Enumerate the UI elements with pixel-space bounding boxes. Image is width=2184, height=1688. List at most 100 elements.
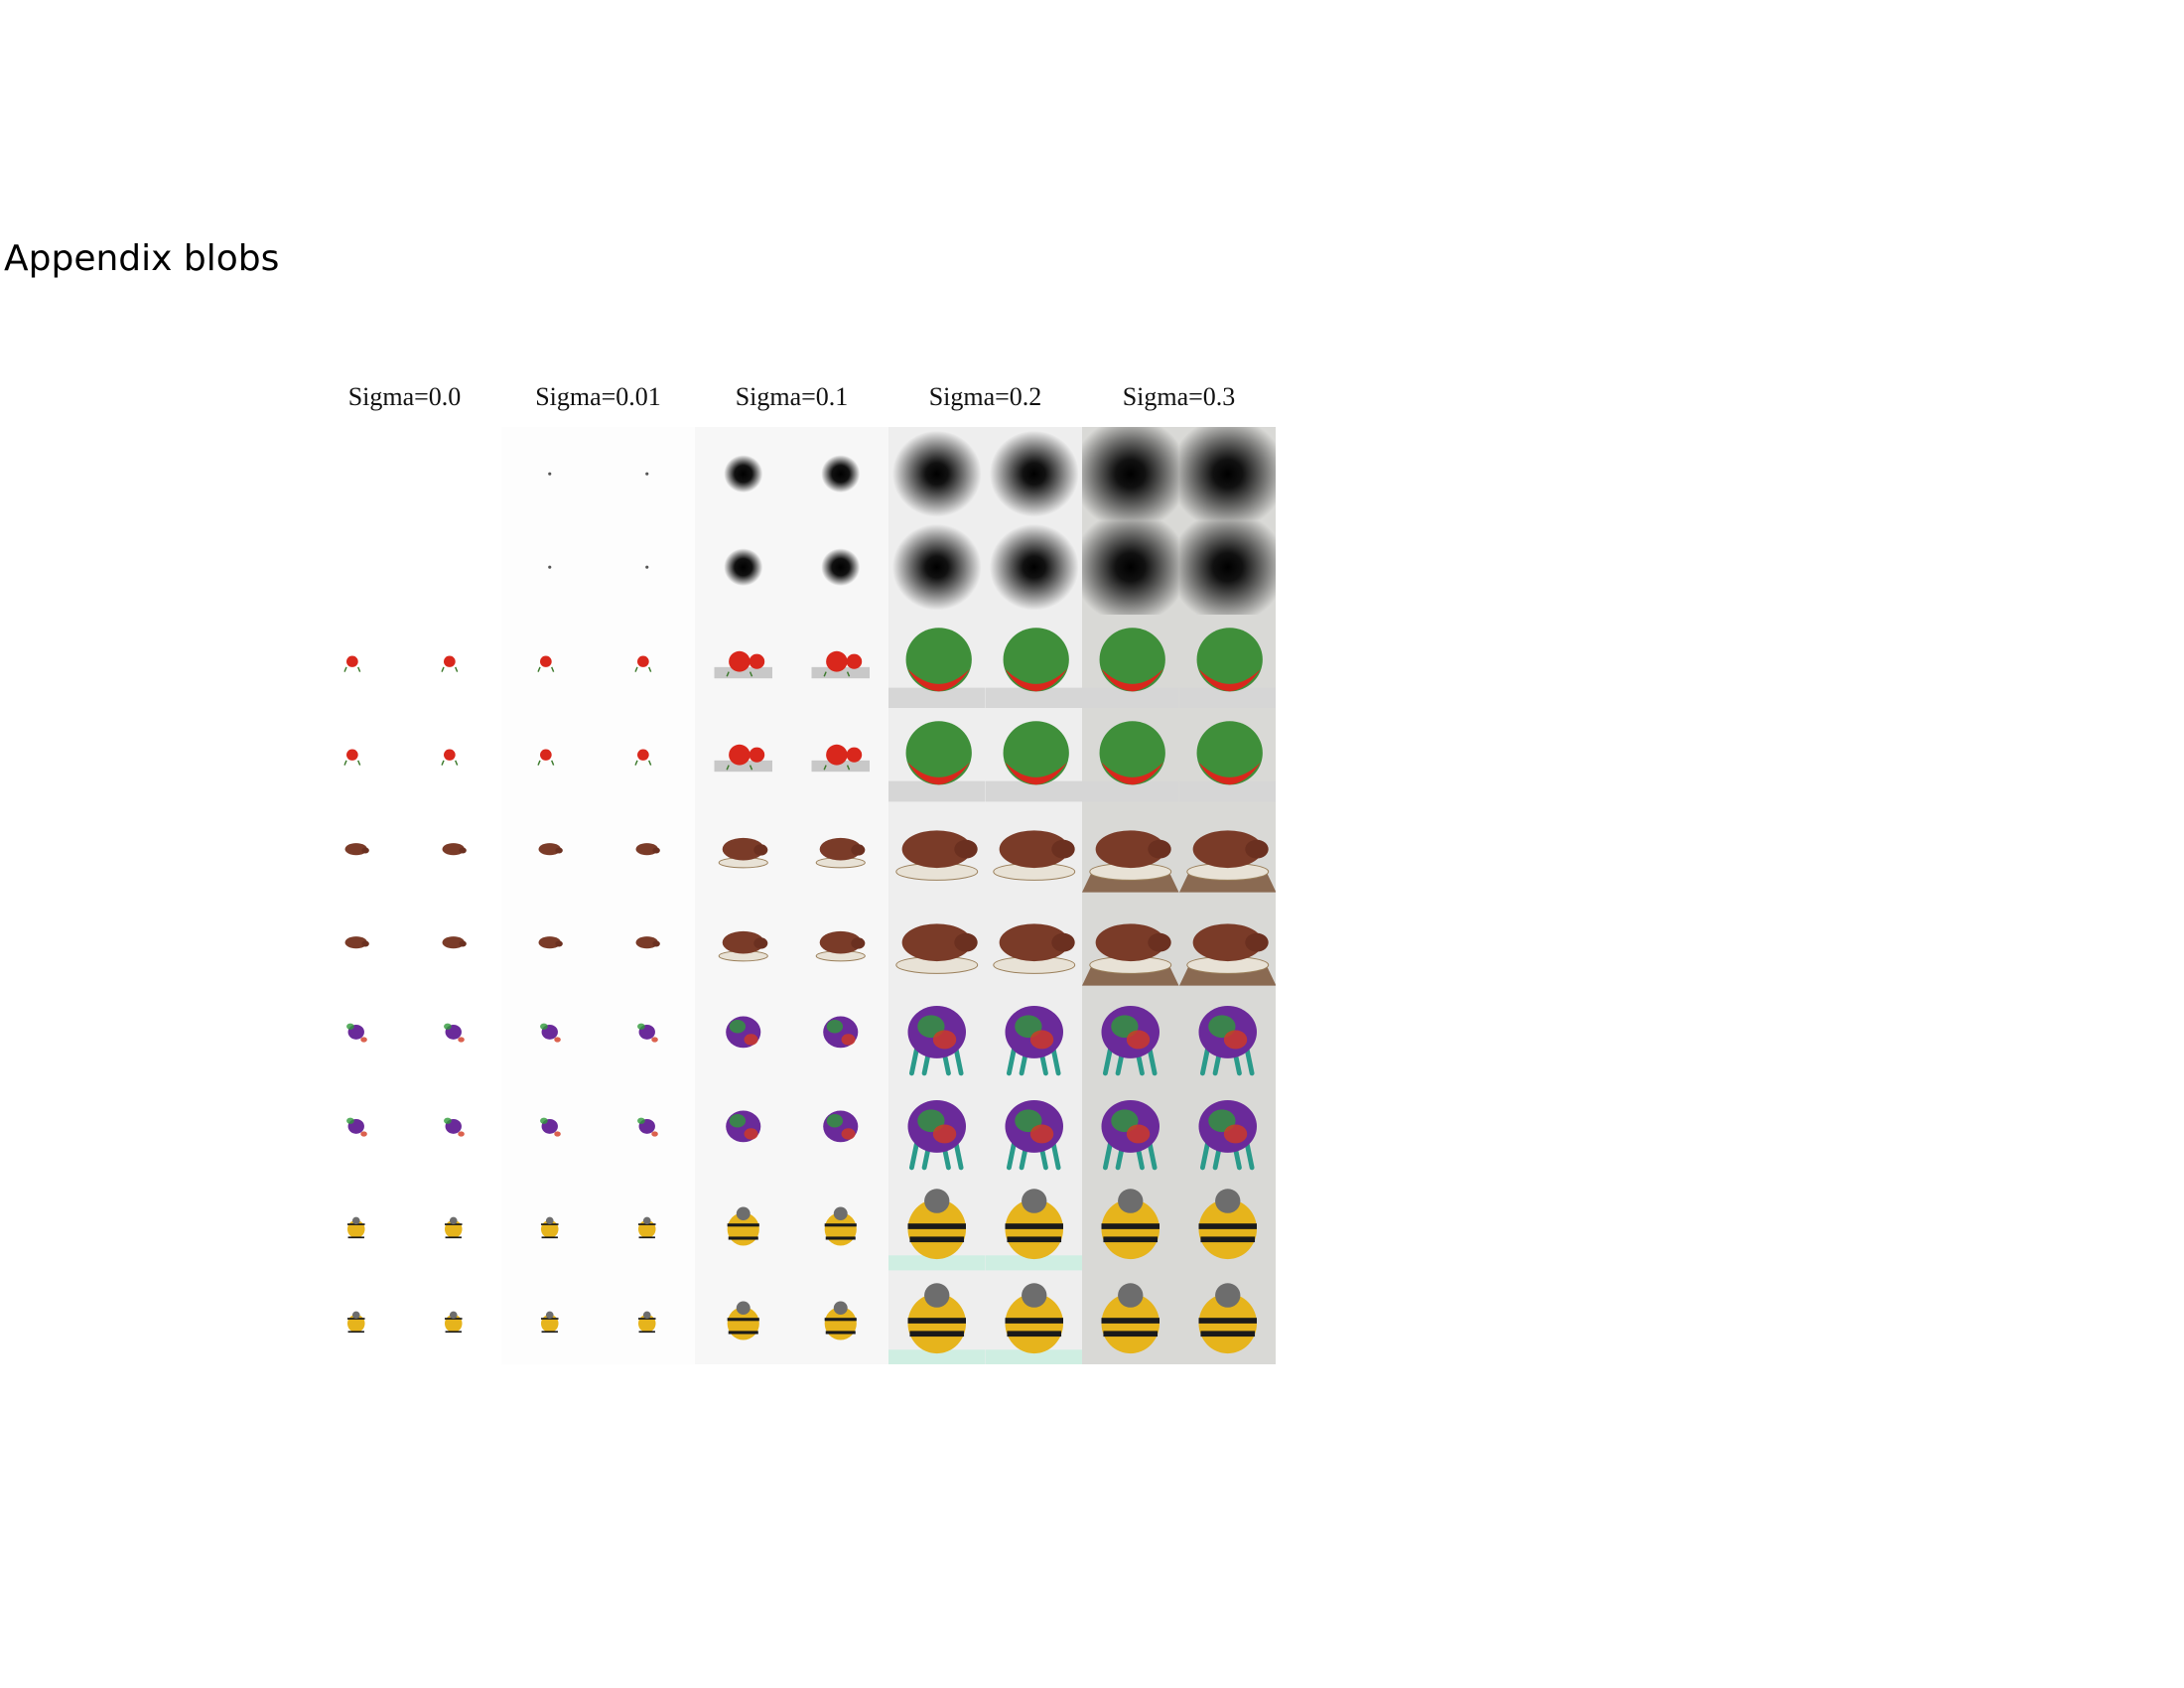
tomato-render <box>598 708 695 802</box>
page-title: Appendix blobs <box>4 238 280 279</box>
tomato-render <box>888 614 986 709</box>
spider-render <box>888 1082 986 1178</box>
blob-render <box>598 520 695 615</box>
bee-cat-render <box>888 1270 986 1364</box>
hippo-render <box>501 801 599 896</box>
tomato-render <box>791 708 888 802</box>
blob-render <box>404 520 501 615</box>
hippo-render <box>404 801 501 896</box>
spider-render <box>501 1082 599 1178</box>
bee-cat-render <box>791 1270 888 1364</box>
hippo-render <box>1082 895 1179 990</box>
bee-cat-render <box>888 1177 986 1271</box>
hippo-render <box>888 801 986 896</box>
blob-render <box>1178 520 1276 615</box>
hippo-render <box>308 801 405 896</box>
bee-cat-render <box>1082 1270 1179 1364</box>
hippo-render <box>1178 895 1276 990</box>
blob-render <box>308 520 405 615</box>
blob-render <box>501 427 599 521</box>
blob-render <box>598 427 695 521</box>
blob-render <box>695 520 792 615</box>
spider-render <box>598 989 695 1083</box>
tomato-render <box>404 614 501 709</box>
hippo-render <box>598 895 695 990</box>
hippo-render <box>1178 801 1276 896</box>
tomato-render <box>985 614 1082 709</box>
result-image-grid <box>308 427 1276 1364</box>
tomato-render <box>598 614 695 709</box>
column-headers: Sigma=0.0 Sigma=0.01 Sigma=0.1 Sigma=0.2… <box>308 382 1276 422</box>
spider-render <box>985 1082 1082 1178</box>
blob-render <box>985 427 1082 521</box>
spider-render <box>695 989 792 1083</box>
bee-cat-render <box>1082 1177 1179 1271</box>
bee-cat-render <box>791 1177 888 1271</box>
blob-render <box>791 427 888 521</box>
spider-render <box>404 1082 501 1178</box>
bee-cat-render <box>598 1177 695 1271</box>
hippo-render <box>985 801 1082 896</box>
tomato-render <box>1178 614 1276 709</box>
bee-cat-render <box>1178 1270 1276 1364</box>
hippo-render <box>1082 801 1179 896</box>
bee-cat-render <box>308 1177 405 1271</box>
hippo-render <box>695 801 792 896</box>
tomato-render <box>1178 708 1276 802</box>
column-header-sigma-0-1: Sigma=0.1 <box>735 382 849 411</box>
spider-render <box>888 989 986 1083</box>
tomato-render <box>695 614 792 709</box>
column-header-sigma-0-01: Sigma=0.01 <box>535 382 661 411</box>
tomato-render <box>791 614 888 709</box>
bee-cat-render <box>1178 1177 1276 1271</box>
spider-render <box>695 1082 792 1178</box>
hippo-render <box>404 895 501 990</box>
hippo-render <box>791 801 888 896</box>
tomato-render <box>1082 614 1179 709</box>
tomato-render <box>1082 708 1179 802</box>
tomato-render <box>308 614 405 709</box>
hippo-render <box>501 895 599 990</box>
blob-render <box>308 427 405 521</box>
hippo-render <box>308 895 405 990</box>
bee-cat-render <box>501 1270 599 1364</box>
blob-render <box>985 520 1082 615</box>
column-header-sigma-0-0: Sigma=0.0 <box>347 382 462 411</box>
spider-render <box>1178 1082 1276 1178</box>
tomato-render <box>501 708 599 802</box>
spider-render <box>308 989 405 1083</box>
blob-render <box>501 520 599 615</box>
blob-render <box>1178 427 1276 521</box>
spider-render <box>598 1082 695 1178</box>
hippo-render <box>888 895 986 990</box>
bee-cat-render <box>985 1270 1082 1364</box>
spider-render <box>1082 1082 1179 1178</box>
bee-cat-render <box>404 1270 501 1364</box>
bee-cat-render <box>598 1270 695 1364</box>
spider-render <box>501 989 599 1083</box>
blob-render <box>791 520 888 615</box>
bee-cat-render <box>308 1270 405 1364</box>
tomato-render <box>695 708 792 802</box>
column-header-sigma-0-2: Sigma=0.2 <box>928 382 1042 411</box>
spider-render <box>308 1082 405 1178</box>
bee-cat-render <box>695 1270 792 1364</box>
blob-render <box>888 520 986 615</box>
blob-render <box>404 427 501 521</box>
hippo-render <box>598 801 695 896</box>
tomato-render <box>404 708 501 802</box>
blob-render <box>695 427 792 521</box>
bee-cat-render <box>985 1177 1082 1271</box>
spider-render <box>985 989 1082 1083</box>
spider-render <box>1178 989 1276 1083</box>
spider-render <box>791 1082 888 1178</box>
tomato-render <box>501 614 599 709</box>
hippo-render <box>695 895 792 990</box>
hippo-render <box>791 895 888 990</box>
spider-render <box>1082 989 1179 1083</box>
spider-render <box>791 989 888 1083</box>
blob-render <box>1082 427 1179 521</box>
blob-render <box>888 427 986 521</box>
bee-cat-render <box>501 1177 599 1271</box>
bee-cat-render <box>695 1177 792 1271</box>
